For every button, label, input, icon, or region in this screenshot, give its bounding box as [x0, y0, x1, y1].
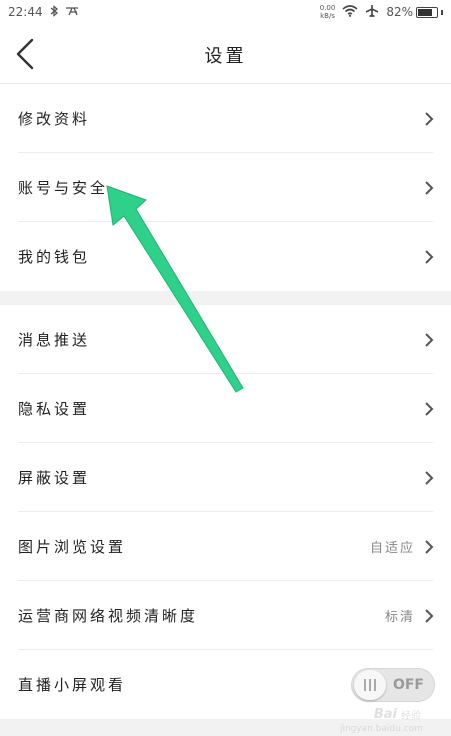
- chevron-right-icon: [425, 609, 434, 623]
- toggle-state-label: OFF: [392, 677, 424, 693]
- chevron-right-icon: [425, 112, 434, 126]
- settings-item-privacy[interactable]: 隐私设置: [0, 374, 451, 443]
- settings-item-label: 图片浏览设置: [18, 538, 127, 556]
- chevron-right-icon: [425, 181, 434, 195]
- airplane-icon: [365, 4, 379, 21]
- wifi-icon: [342, 4, 358, 20]
- nav-bar: 设置: [0, 24, 451, 84]
- settings-item-label: 消息推送: [18, 331, 91, 349]
- settings-item-label: 直播小屏观看: [18, 676, 127, 694]
- chevron-right-icon: [425, 250, 434, 264]
- settings-item-value: 标清: [384, 610, 415, 625]
- watermark-url: jingyan.baidu.com: [339, 724, 423, 734]
- toggle-knob: [354, 670, 386, 700]
- settings-item-value: 自适应: [369, 541, 415, 556]
- chevron-right-icon: [425, 402, 434, 416]
- settings-item-label: 运营商网络视频清晰度: [18, 607, 199, 625]
- settings-item-label: 隐私设置: [18, 400, 91, 418]
- status-bar: 22:44 0.00 kB/s 82%: [0, 0, 451, 24]
- settings-item-video-quality[interactable]: 运营商网络视频清晰度 标清: [0, 581, 451, 650]
- settings-item-label: 屏蔽设置: [18, 469, 91, 487]
- status-time: 22:44: [8, 5, 43, 19]
- battery-indicator: 82%: [386, 5, 443, 19]
- network-speed: 0.00 kB/s: [319, 4, 336, 20]
- chevron-right-icon: [425, 333, 434, 347]
- settings-item-label: 修改资料: [18, 110, 91, 128]
- page-title: 设置: [204, 46, 247, 67]
- settings-group-general: 消息推送 隐私设置 屏蔽设置 图片浏览设置 自适应 运营商网络视频清晰度 标清 …: [0, 305, 451, 719]
- settings-item-image-browsing[interactable]: 图片浏览设置 自适应: [0, 512, 451, 581]
- chevron-right-icon: [425, 471, 434, 485]
- chevron-right-icon: [425, 540, 434, 554]
- battery-icon: [416, 6, 438, 18]
- live-small-screen-toggle[interactable]: OFF: [351, 668, 435, 702]
- watermark: Bai 经验: [373, 707, 421, 722]
- notification-icon: [65, 5, 79, 20]
- settings-item-wallet[interactable]: 我的钱包: [0, 222, 451, 291]
- settings-item-label: 账号与安全: [18, 179, 109, 197]
- status-right: 0.00 kB/s 82%: [320, 4, 443, 21]
- status-left: 22:44: [8, 4, 79, 20]
- section-gap: [0, 291, 451, 305]
- settings-item-push-notifications[interactable]: 消息推送: [0, 305, 451, 374]
- settings-item-account-security[interactable]: 账号与安全: [0, 153, 451, 222]
- bluetooth-icon: [49, 4, 59, 20]
- settings-group-account: 修改资料 账号与安全 我的钱包: [0, 84, 451, 291]
- settings-item-block[interactable]: 屏蔽设置: [0, 443, 451, 512]
- settings-item-label: 我的钱包: [18, 248, 91, 266]
- settings-item-edit-profile[interactable]: 修改资料: [0, 84, 451, 153]
